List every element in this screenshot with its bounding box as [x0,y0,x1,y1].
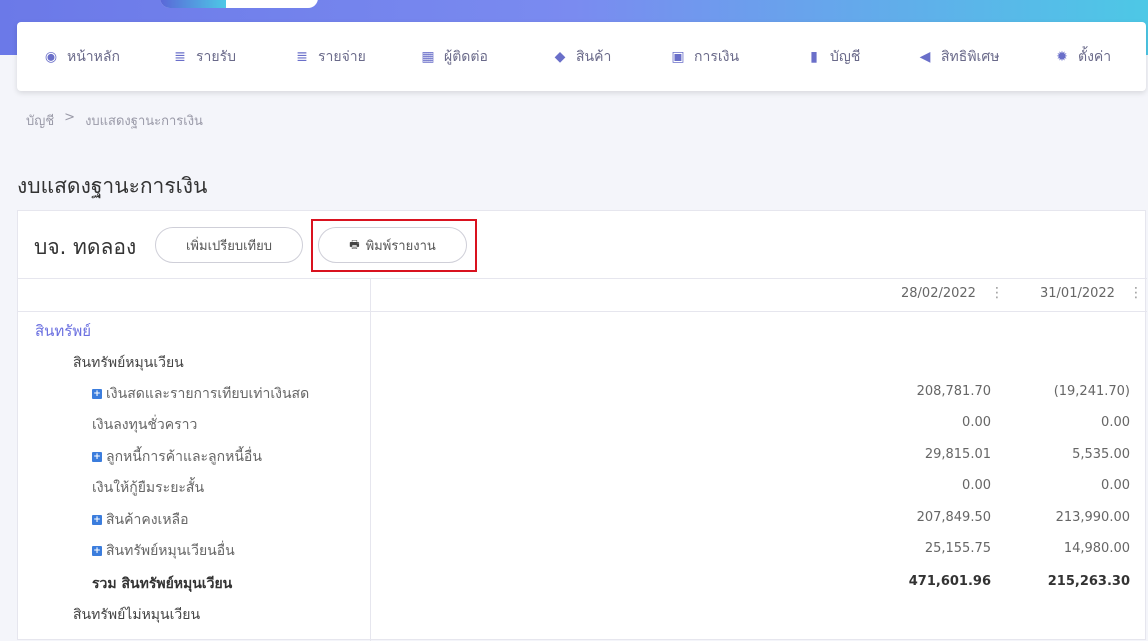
expand-icon[interactable]: + [92,515,102,525]
nav-item-settings[interactable]: ✹ ตั้งค่า [1054,46,1111,68]
nav-item-products[interactable]: ◆ สินค้า [552,46,612,68]
page-title: งบแสดงฐานะการเงิน [17,174,208,198]
breadcrumb-separator: > [64,110,76,125]
column-header-date: 31/01/2022 [1040,285,1115,301]
nav-item-expense[interactable]: ≣ รายจ่าย [294,46,366,68]
nav-item-accounting[interactable]: ▮ บัญชี [806,46,860,68]
add-comparison-label: เพิ่มเปรียบเทียบ [185,238,272,254]
row-value-col2: 14,980.00 [1063,541,1130,556]
row-label-assets: สินทรัพย์ [35,319,91,343]
nav-item-privileges[interactable]: ◀ สิทธิพิเศษ [917,46,1000,68]
row-label-other-current[interactable]: + สินทรัพย์หมุนเวียนอื่น [92,540,235,562]
kebab-menu-icon[interactable]: ⋮ [1129,285,1143,301]
row-label-temp-investments: เงินลงทุนชั่วคราว [92,414,197,436]
row-label-noncurrent-assets: สินทรัพย์ไม่หมุนเวียน [73,604,200,626]
row-value-col1: 471,601.96 [908,574,991,589]
row-value-col1: 0.00 [962,478,991,493]
row-text: สินทรัพย์ [35,322,92,340]
row-text: รวม สินทรัพย์หมุนเวียน [92,576,233,592]
nav-item-label: ผู้ติดต่อ [444,49,488,65]
expand-icon[interactable]: + [92,452,102,462]
column-header-1: 28/02/2022 ⋮ [901,285,1004,301]
column-header-2: 31/01/2022 ⋮ [1040,285,1143,301]
row-text: เงินให้กู้ยืมระยะสั้น [92,480,205,496]
megaphone-icon: ◀ [919,49,931,65]
row-text: เงินสดและรายการเทียบเท่าเงินสด [106,386,310,402]
nav-item-label: สินค้า [576,49,612,65]
row-value-col1: 207,849.50 [916,510,991,525]
dashboard-icon: ◉ [44,49,58,65]
banner-toggle[interactable] [160,0,318,8]
row-text: ลูกหนี้การค้าและลูกหนี้อื่น [106,449,262,465]
row-label-current-assets: สินทรัพย์หมุนเวียน [73,352,184,374]
money-icon: ▣ [671,49,685,65]
nav-item-label: บัญชี [830,49,861,65]
breadcrumb-current: งบแสดงฐานะการเงิน [85,114,203,129]
label-column-divider [370,278,371,641]
row-value-col1: 208,781.70 [916,384,991,399]
column-header-date: 28/02/2022 [901,285,976,301]
nav-item-home[interactable]: ◉ หน้าหลัก [43,46,120,68]
nav-item-finance[interactable]: ▣ การเงิน [670,46,739,68]
nav-item-label: รายรับ [196,49,236,65]
expand-icon[interactable]: + [92,546,102,556]
banner-toggle-active [160,0,226,8]
box-icon: ◆ [554,49,566,65]
breadcrumb-root[interactable]: บัญชี [26,110,54,131]
row-label-inventory[interactable]: + สินค้าคงเหลือ [92,509,189,531]
row-label-short-loans: เงินให้กู้ยืมระยะสั้น [92,477,204,499]
row-text: สินทรัพย์หมุนเวียน [73,355,184,371]
add-comparison-button[interactable]: เพิ่มเปรียบเทียบ [155,227,303,263]
row-value-col2: 5,535.00 [1072,447,1130,462]
kebab-menu-icon[interactable]: ⋮ [990,285,1004,301]
row-value-col1: 0.00 [962,415,991,430]
row-value-col2: (19,241.70) [1053,384,1130,399]
row-text: เงินลงทุนชั่วคราว [92,417,198,433]
income-icon: ≣ [174,49,186,65]
row-text: สินค้าคงเหลือ [106,512,189,528]
expand-icon[interactable]: + [92,389,102,399]
expense-icon: ≣ [296,49,308,65]
header-divider [18,278,1147,279]
report-card: บจ. ทดลอง เพิ่มเปรียบเทียบ 🖶 พิมพ์รายงาน… [17,210,1147,641]
row-text: สินทรัพย์ไม่หมุนเวียน [73,607,201,623]
company-name: บจ. ทดลอง [34,235,137,259]
nav-item-label: สิทธิพิเศษ [941,49,1000,65]
row-value-col1: 25,155.75 [924,541,991,556]
nav-item-label: หน้าหลัก [67,49,120,65]
row-label-total-current: รวม สินทรัพย์หมุนเวียน [92,573,232,595]
contacts-icon: ▦ [421,49,435,65]
nav-item-label: การเงิน [694,49,740,65]
main-navbar: ◉ หน้าหลัก ≣ รายรับ ≣ รายจ่าย ▦ ผู้ติดต่… [17,22,1146,91]
nav-item-income[interactable]: ≣ รายรับ [172,46,236,68]
row-text: สินทรัพย์หมุนเวียนอื่น [106,543,235,559]
nav-item-label: รายจ่าย [318,49,366,65]
row-value-col2: 215,263.30 [1047,574,1130,589]
row-value-col2: 0.00 [1101,478,1130,493]
row-value-col2: 213,990.00 [1055,510,1130,525]
row-label-cash[interactable]: + เงินสดและรายการเทียบเท่าเงินสด [92,383,309,405]
highlight-box [311,219,477,272]
breadcrumb: บัญชี > งบแสดงฐานะการเงิน [26,110,203,131]
nav-item-label: ตั้งค่า [1078,49,1112,65]
nav-item-contacts[interactable]: ▦ ผู้ติดต่อ [420,46,488,68]
row-value-col1: 29,815.01 [924,447,991,462]
row-value-col2: 0.00 [1101,415,1130,430]
book-icon: ▮ [810,49,818,65]
gear-icon: ✹ [1056,49,1068,65]
column-divider [18,311,1147,312]
row-label-receivables[interactable]: + ลูกหนี้การค้าและลูกหนี้อื่น [92,446,262,468]
